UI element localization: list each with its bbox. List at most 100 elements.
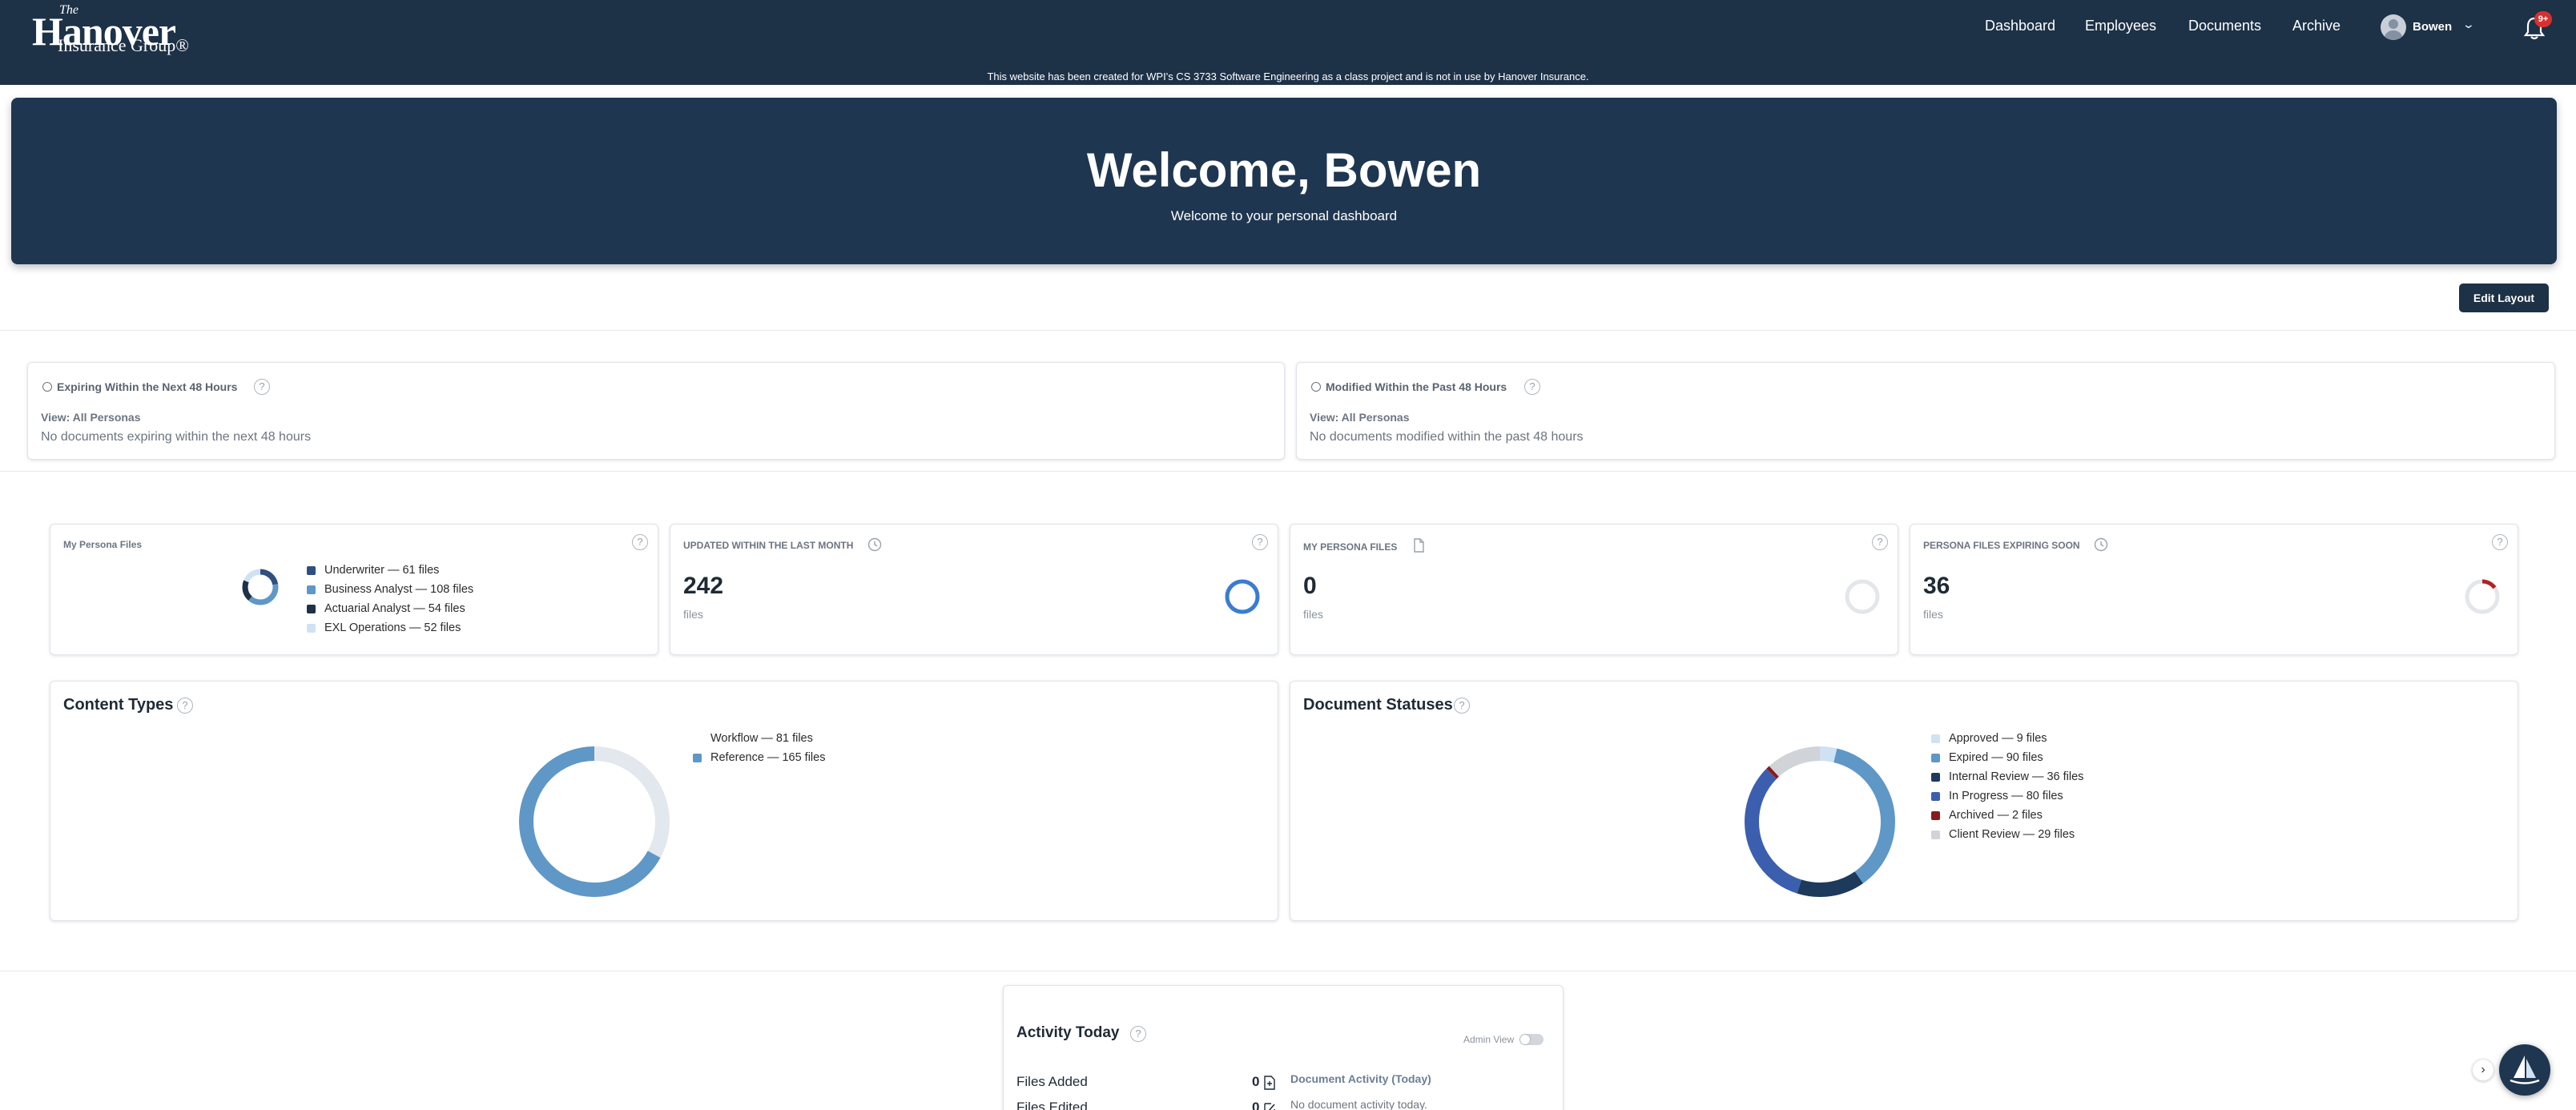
top-navbar: The Hanover Insurance Group® Dashboard E… — [0, 0, 2576, 85]
expiring-title: Expiring Within the Next 48 Hours — [42, 380, 237, 393]
document-icon — [1414, 538, 1424, 553]
edit-layout-button[interactable]: Edit Layout — [2459, 284, 2549, 312]
legend-item: Client Review — 29 files — [1931, 826, 2083, 845]
legend-item: EXL Operations — 52 files — [307, 619, 473, 638]
notification-badge: 9+ — [2534, 11, 2552, 27]
document-statuses-title: Document Statuses — [1303, 696, 1453, 714]
file-edit-icon — [1264, 1103, 1275, 1110]
document-activity-message: No document activity today. — [1290, 1098, 1427, 1110]
files-added-label: Files Added — [1016, 1074, 1088, 1089]
nav-dashboard[interactable]: Dashboard — [1985, 18, 2055, 34]
logo-insurance-group: Insurance Group® — [58, 35, 189, 55]
stat-unit: files — [683, 608, 703, 621]
help-icon[interactable]: ? — [632, 534, 648, 550]
legend-swatch — [307, 624, 316, 633]
chevron-down-icon: ⌄ — [2461, 18, 2476, 30]
modified-title: Modified Within the Past 48 Hours — [1311, 380, 1507, 393]
sailboat-icon — [2510, 1056, 2540, 1084]
user-name: Bowen — [2413, 20, 2453, 34]
help-icon[interactable]: ? — [1872, 534, 1888, 550]
file-add-icon — [1264, 1076, 1275, 1090]
progress-ring — [2465, 579, 2500, 614]
ring-fill — [1225, 579, 1260, 614]
hanover-logo[interactable]: The Hanover Insurance Group® — [30, 3, 191, 55]
legend-swatch — [1931, 830, 1940, 839]
modified-card: Modified Within the Past 48 Hours ? View… — [1296, 362, 2555, 460]
content-types-title: Content Types — [63, 696, 174, 714]
divider — [0, 330, 2576, 331]
legend-item: In Progress — 80 files — [1931, 787, 2083, 806]
nav-archive[interactable]: Archive — [2292, 18, 2341, 34]
persona-files-legend: Underwriter — 61 files Business Analyst … — [307, 561, 473, 638]
legend-item: Underwriter — 61 files — [307, 561, 473, 581]
legend-item: Business Analyst — 108 files — [307, 581, 473, 600]
chevron-right-icon[interactable]: › — [2472, 1059, 2494, 1081]
expiring-view-filter[interactable]: View: All Personas — [41, 411, 141, 424]
legend-item: Internal Review — 36 files — [1931, 768, 2083, 787]
nav-employees[interactable]: Employees — [2085, 18, 2156, 34]
legend-swatch — [693, 734, 702, 743]
welcome-subtitle: Welcome to your personal dashboard — [1170, 208, 1398, 223]
help-icon[interactable]: ? — [1252, 534, 1268, 550]
legend-swatch — [307, 605, 316, 613]
activity-title: Activity Today — [1016, 1024, 1120, 1041]
stat-unit: files — [1303, 608, 1323, 621]
clock-icon — [1311, 382, 1321, 392]
legend-item: Archived — 2 files — [1931, 806, 2083, 826]
persona-files-title: My Persona Files — [63, 539, 143, 550]
legend-item: Reference — 165 files — [693, 749, 825, 768]
files-added-value: 0 — [1252, 1074, 1260, 1089]
stat-unit: files — [1923, 608, 1943, 621]
stat-card-updated: UPDATED WITHIN THE LAST MONTH ? 242 file… — [670, 524, 1278, 655]
legend-swatch — [1931, 773, 1940, 782]
clock-icon — [867, 537, 881, 552]
progress-ring — [1845, 579, 1880, 614]
legend-item: Actuarial Analyst — 54 files — [307, 600, 473, 619]
document-statuses-donut — [1745, 746, 1895, 897]
stat-label: MY PERSONA FILES — [1303, 537, 1426, 553]
document-statuses-legend: Approved — 9 files Expired — 90 files In… — [1931, 730, 2083, 845]
disclaimer-text: This website has been created for WPI's … — [987, 70, 1589, 82]
admin-view-toggle[interactable] — [1519, 1034, 1544, 1045]
nav-documents[interactable]: Documents — [2188, 18, 2261, 34]
legend-swatch — [307, 566, 316, 575]
files-edited-value: 0 — [1252, 1100, 1260, 1110]
clock-icon — [42, 382, 52, 392]
ring-track — [1845, 579, 1880, 614]
help-icon[interactable]: ? — [2492, 534, 2508, 550]
legend-swatch — [1931, 754, 1940, 762]
stat-value: 36 — [1923, 573, 1950, 599]
content-types-legend: Workflow — 81 files Reference — 165 file… — [693, 730, 825, 768]
divider — [0, 471, 2576, 472]
admin-view-label: Admin View — [1463, 1034, 1515, 1045]
content-types-donut — [519, 746, 670, 897]
legend-swatch — [1931, 734, 1940, 743]
stat-label: UPDATED WITHIN THE LAST MONTH — [683, 537, 882, 552]
stat-card-expiring: PERSONA FILES EXPIRING SOON ? 36 files — [1910, 524, 2518, 655]
legend-swatch — [1931, 811, 1940, 820]
stat-label: PERSONA FILES EXPIRING SOON — [1923, 537, 2108, 552]
help-icon[interactable]: ? — [1454, 698, 1470, 714]
legend-item: Approved — 9 files — [1931, 730, 2083, 749]
help-icon[interactable]: ? — [1130, 1026, 1146, 1042]
welcome-title: Welcome, Bowen — [1086, 143, 1482, 197]
welcome-banner: Welcome, Bowen Welcome to your personal … — [11, 98, 2557, 264]
activity-today-card: Activity Today ? Admin View Files Added … — [1003, 985, 1564, 1110]
help-icon[interactable]: ? — [254, 379, 270, 395]
clock-icon — [2094, 537, 2108, 552]
legend-swatch — [693, 754, 702, 762]
expiring-card: Expiring Within the Next 48 Hours ? View… — [27, 362, 1285, 460]
help-icon[interactable]: ? — [1524, 379, 1540, 395]
persona-files-donut — [242, 569, 279, 605]
document-activity-title: Document Activity (Today) — [1290, 1072, 1431, 1085]
modified-empty-message: No documents modified within the past 48… — [1310, 430, 1584, 444]
files-edited-label: Files Edited — [1016, 1100, 1088, 1110]
legend-swatch — [307, 585, 316, 594]
stat-card-persona: MY PERSONA FILES ? 0 files — [1290, 524, 1898, 655]
chat-assistant-button[interactable] — [2499, 1044, 2550, 1096]
content-types-card: Content Types ? Workflow — 81 files Refe… — [50, 681, 1278, 921]
help-icon[interactable]: ? — [177, 698, 193, 714]
persona-files-card: My Persona Files ? Underwriter — 61 file… — [50, 524, 658, 655]
modified-view-filter[interactable]: View: All Personas — [1310, 411, 1410, 424]
stat-value: 0 — [1303, 573, 1317, 599]
